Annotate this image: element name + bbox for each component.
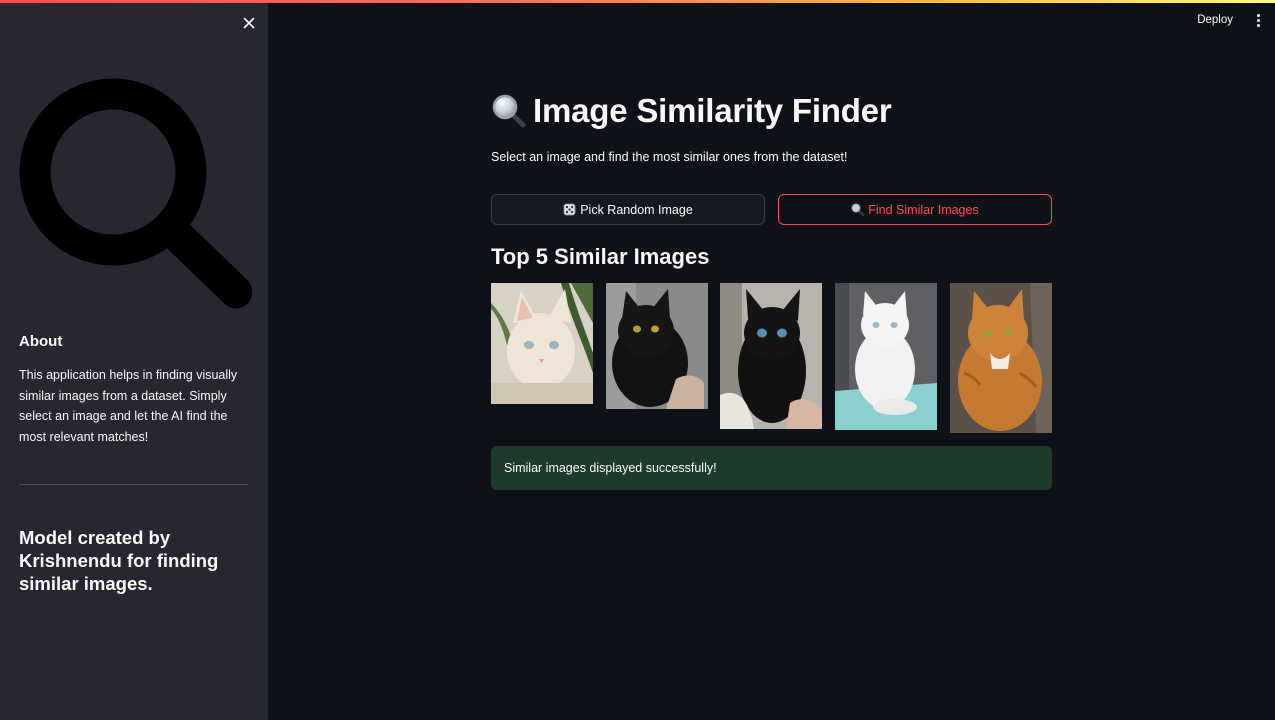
pick-random-image-label: Pick Random Image: [580, 202, 693, 217]
title-row: Image Similarity Finder: [491, 92, 892, 130]
result-image-3: [720, 283, 822, 429]
find-similar-images-label: Find Similar Images: [868, 202, 979, 217]
header-actions: Deploy: [1193, 10, 1265, 30]
die-icon: [563, 203, 576, 216]
credit-text: Model created by Krishnendu for finding …: [19, 527, 219, 594]
close-icon: [243, 17, 255, 29]
result-image-1: [491, 283, 593, 404]
success-message: Similar images displayed successfully!: [504, 461, 717, 475]
result-image-4: [835, 283, 937, 430]
page-subtitle: Select an image and find the most simila…: [491, 150, 848, 164]
find-similar-images-button[interactable]: Find Similar Images: [778, 194, 1052, 225]
about-heading: About: [19, 333, 63, 350]
success-alert: Similar images displayed successfully!: [491, 446, 1052, 490]
result-image-2: [606, 283, 708, 409]
deploy-button[interactable]: Deploy: [1193, 10, 1237, 30]
results-heading: Top 5 Similar Images: [491, 244, 710, 269]
magnifying-glass-icon: [491, 93, 527, 129]
about-text: This application helps in finding visual…: [19, 368, 238, 444]
close-sidebar-button[interactable]: [238, 12, 260, 34]
sidebar: About This application helps in finding …: [0, 0, 268, 720]
page-title: Image Similarity Finder: [533, 92, 892, 129]
magnifying-glass-icon: [851, 203, 865, 216]
pick-random-image-button[interactable]: Pick Random Image: [491, 194, 765, 225]
sidebar-divider: [19, 484, 248, 485]
result-image-5: [950, 283, 1052, 433]
top-accent-bar: [0, 0, 1275, 3]
magnifier-icon: [16, 76, 252, 310]
kebab-menu-icon[interactable]: [1251, 10, 1265, 30]
